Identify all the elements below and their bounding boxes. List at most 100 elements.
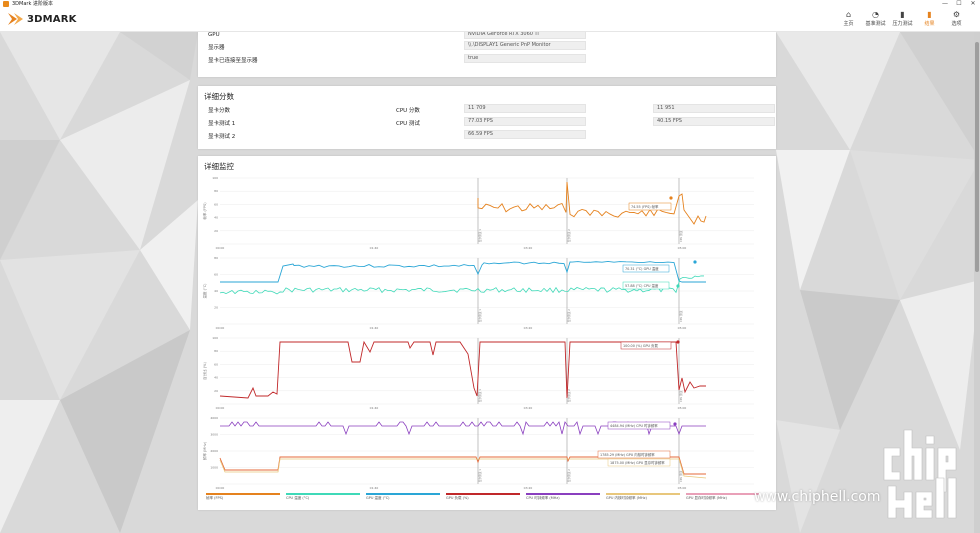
app-header: 3DMARK ⌂ 主页 ◔ 基准测试 ▮ 压力测试 ▮ 结果 ⚙ 选项 — [0, 8, 980, 32]
legend-label: GPU 负载 (%) — [446, 496, 469, 500]
display-label: 显示器 — [208, 45, 225, 51]
y-tick-label: 80 — [214, 189, 218, 193]
y-tick-label: 60 — [214, 362, 218, 366]
y-tick-label: 4000 — [210, 416, 218, 420]
x-tick-label: 03:20 — [524, 326, 533, 330]
window-title: 3DMark 进阶版本 — [12, 1, 53, 7]
cpu-score-label: CPU 分数 — [396, 108, 420, 114]
y-tick-label: 100 — [212, 336, 218, 340]
test-marker-label: CPU 测试 — [679, 230, 683, 242]
nav-label: 主页 — [843, 21, 854, 27]
gauge-icon: ◔ — [872, 10, 879, 19]
chiphell-logo — [883, 429, 957, 519]
connected-value: true — [464, 54, 586, 63]
x-tick-label: 01:40 — [370, 406, 379, 410]
cpu-clock-tooltip: 4484.94 (MHz) CPU 时钟频率 — [610, 423, 658, 428]
nav-label: 结果 — [924, 21, 935, 27]
x-tick-label: 01:40 — [370, 326, 379, 330]
cpu-test-label: CPU 测试 — [396, 121, 420, 127]
x-tick-label: 05:00 — [678, 406, 687, 410]
legend-label: CPU 时钟频率 (MHz) — [526, 496, 560, 500]
test-marker-label: 显卡测试 1 — [478, 229, 482, 242]
chart-panel-3 — [220, 417, 754, 485]
y-tick-label: 40 — [214, 289, 218, 293]
nav-home[interactable]: ⌂ 主页 — [835, 10, 862, 27]
graphics-test2-label: 显卡测试 2 — [208, 134, 236, 140]
legend-swatch — [206, 493, 280, 495]
x-tick-label: 00:00 — [216, 486, 225, 490]
y-tick-label: 80 — [214, 256, 218, 260]
connected-label: 显卡已连接至显示器 — [208, 58, 258, 64]
home-icon: ⌂ — [845, 10, 852, 19]
gpu-temp-tooltip: 70.31 (°C) GPU 温度 — [625, 266, 659, 271]
hover-point — [693, 260, 697, 264]
y-tick-label: 100 — [212, 176, 218, 180]
bars-chart-icon: ▮ — [900, 10, 905, 19]
minimize-button[interactable]: — — [938, 0, 952, 8]
legend-swatch — [686, 493, 760, 495]
graphics-test1-label: 显卡测试 1 — [208, 121, 236, 127]
x-tick-label: 00:00 — [216, 406, 225, 410]
x-tick-label: 03:20 — [524, 406, 533, 410]
legend-item[interactable]: CPU 温度 (°C) — [286, 493, 360, 501]
detailed-monitoring-panel: 详细监控 100 80 60 40 20 帧率 (FPS) 00:00 01:40 03:20 0… — [198, 156, 776, 510]
y-tick-label: 60 — [214, 202, 218, 206]
legend-label: GPU 温度 (°C) — [366, 496, 390, 500]
y-tick-label: 3000 — [210, 433, 218, 437]
legend-label: GPU 显存时钟频率 (MHz) — [686, 496, 727, 500]
x-tick-label: 05:00 — [678, 486, 687, 490]
chart-panel-0 — [220, 177, 754, 245]
graphics-test1-value: 77.03 FPS — [464, 117, 586, 126]
y-axis-label: 百分比 (%) — [202, 362, 207, 380]
hover-point — [673, 422, 677, 426]
maximize-button[interactable]: ☐ — [952, 0, 966, 8]
monitoring-charts[interactable]: 100 80 60 40 20 帧率 (FPS) 00:00 01:40 03:20 05:00 显… — [198, 156, 776, 510]
hover-point — [669, 196, 673, 200]
nav-bars-chart[interactable]: ▮ 压力测试 — [889, 10, 916, 27]
gear-icon: ⚙ — [952, 10, 961, 19]
x-tick-label: 05:00 — [678, 246, 687, 250]
fps-tooltip: 74.55 (FPS) 帧率 — [631, 204, 659, 209]
y-axis-label: 频率 (MHz) — [202, 441, 207, 460]
x-tick-label: 03:20 — [524, 246, 533, 250]
test-marker-label: 显卡测试 1 — [478, 309, 482, 322]
y-tick-label: 40 — [214, 376, 218, 380]
legend-item[interactable]: GPU 温度 (°C) — [366, 493, 440, 501]
y-tick-label: 1000 — [210, 466, 218, 470]
legend-item[interactable]: GPU 内核时钟频率 (MHz) — [606, 493, 680, 501]
scrollbar[interactable] — [974, 32, 980, 533]
chart-panel-2 — [220, 337, 754, 405]
scores-title: 详细分数 — [204, 92, 234, 101]
nav-gear[interactable]: ⚙ 选项 — [943, 10, 970, 27]
gpu-core-clock-tooltip: 1785.29 (MHz) GPU 内核时钟频率 — [600, 452, 655, 457]
nav-label: 压力测试 — [892, 21, 913, 27]
3dmark-logo[interactable]: 3DMARK — [8, 12, 77, 26]
y-tick-label: 20 — [214, 389, 218, 393]
gpu-load-tooltip: 100.00 (%) GPU 负载 — [623, 343, 659, 348]
gpu-load-series[interactable] — [219, 340, 706, 399]
graphics-score-label: 显卡分数 — [208, 108, 231, 114]
test-marker-label: CPU 测试 — [679, 390, 683, 402]
monitoring-legend: 帧率 (FPS) CPU 温度 (°C) GPU 温度 (°C) GPU 负载 (%)… — [206, 493, 766, 505]
y-tick-label: 20 — [214, 306, 218, 310]
scrollbar-thumb[interactable] — [975, 42, 979, 272]
legend-item[interactable]: 帧率 (FPS) — [206, 493, 280, 501]
x-tick-label: 01:40 — [370, 246, 379, 250]
y-tick-label: 2000 — [210, 449, 218, 453]
nav-gauge[interactable]: ◔ 基准测试 — [862, 10, 889, 27]
nav-results-chart[interactable]: ▮ 结果 — [916, 10, 943, 27]
legend-label: GPU 内核时钟频率 (MHz) — [606, 496, 647, 500]
app-icon — [3, 1, 9, 7]
legend-item[interactable]: CPU 时钟频率 (MHz) — [526, 493, 600, 501]
legend-swatch — [606, 493, 680, 495]
close-button[interactable]: ✕ — [966, 0, 980, 8]
x-tick-label: 03:20 — [524, 486, 533, 490]
main-nav: ⌂ 主页 ◔ 基准测试 ▮ 压力测试 ▮ 结果 ⚙ 选项 — [835, 10, 970, 27]
system-info-panel: GPU NVIDIA GeForce RTX 3060 Ti 显示器 \\.\D… — [198, 30, 776, 77]
results-chart-icon: ▮ — [927, 10, 932, 19]
hover-point — [676, 340, 680, 344]
legend-item[interactable]: GPU 显存时钟频率 (MHz) — [686, 493, 760, 501]
legend-label: 帧率 (FPS) — [206, 496, 224, 500]
x-tick-label: 05:00 — [678, 326, 687, 330]
legend-item[interactable]: GPU 负载 (%) — [446, 493, 520, 501]
